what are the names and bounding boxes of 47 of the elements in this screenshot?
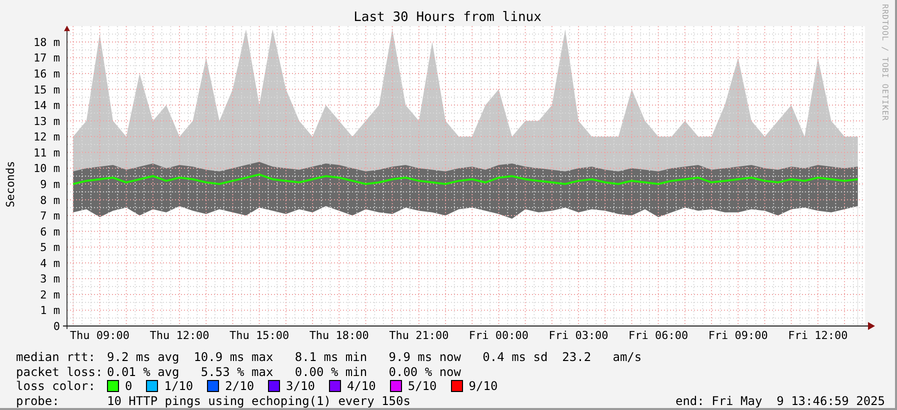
y-tick-label: 16 m <box>34 68 60 81</box>
y-tick-label: 17 m <box>34 52 60 65</box>
x-tick-label: Thu 21:00 <box>389 329 449 342</box>
y-tick-label: 2 m <box>40 288 60 302</box>
loss-level-label: 0 <box>125 379 132 394</box>
x-tick-label: Fri 06:00 <box>628 329 688 342</box>
x-tick-label: Thu 09:00 <box>70 329 130 342</box>
y-tick-label: 4 m <box>40 256 60 270</box>
loss-level-label: 5/10 <box>408 379 437 394</box>
legend-values: 9.2 ms avg 10.9 ms max 8.1 ms min 9.9 ms now 0.4 ms sd 23.2 am/s <box>107 350 642 364</box>
y-tick-label: 14 m <box>34 99 60 112</box>
end-time: end: Fri May 9 13:46:59 2025 <box>675 394 885 408</box>
legend-label: packet loss: <box>16 364 104 379</box>
legend-label: probe: <box>16 394 60 408</box>
y-tick-label: 12 m <box>34 130 60 144</box>
loss-level-label: 1/10 <box>164 379 194 394</box>
x-tick-label: Fri 12:00 <box>788 329 848 342</box>
y-tick-label: 11 m <box>34 146 60 160</box>
y-tick-label: 18 m <box>34 36 60 49</box>
credit-text: RRDTOOL / TOBI OETIKER <box>880 4 890 123</box>
x-tick-label: Thu 15:00 <box>230 329 290 342</box>
loss-level-label: 2/10 <box>225 379 254 394</box>
x-tick-label: Thu 12:00 <box>150 329 210 342</box>
x-tick-label: Fri 00:00 <box>468 329 529 342</box>
y-tick-label: 0 <box>53 320 60 333</box>
legend-values: 0.01 % avg 5.53 % max 0.00 % min 0.00 % now <box>107 364 462 379</box>
y-tick-label: 15 m <box>34 83 60 96</box>
loss-level-label: 3/10 <box>286 379 315 394</box>
y-tick-label: 3 m <box>40 272 60 286</box>
probe-description: 10 HTTP pings using echoping(1) every 150s <box>107 394 410 408</box>
y-tick-label: 10 m <box>34 162 60 176</box>
y-tick-label: 9 m <box>40 178 60 191</box>
y-tick-label: 13 m <box>34 114 60 128</box>
x-tick-label: Thu 18:00 <box>309 329 369 342</box>
y-tick-label: 7 m <box>40 210 60 223</box>
y-tick-label: 5 m <box>40 241 60 254</box>
x-tick-label: Fri 03:00 <box>548 329 608 342</box>
y-tick-label: 1 m <box>40 304 60 318</box>
legend-label: loss color: <box>16 379 96 394</box>
loss-level-label: 4/10 <box>346 379 376 394</box>
y-tick-label: 6 m <box>40 225 60 238</box>
legend-label: median rtt: <box>16 350 96 364</box>
x-tick-label: Fri 09:00 <box>708 329 768 342</box>
graph-title: Last 30 Hours from linux <box>354 10 542 25</box>
loss-level-label: 9/10 <box>468 379 498 394</box>
y-tick-label: 8 m <box>40 194 60 207</box>
y-axis-title: Seconds <box>4 160 16 208</box>
